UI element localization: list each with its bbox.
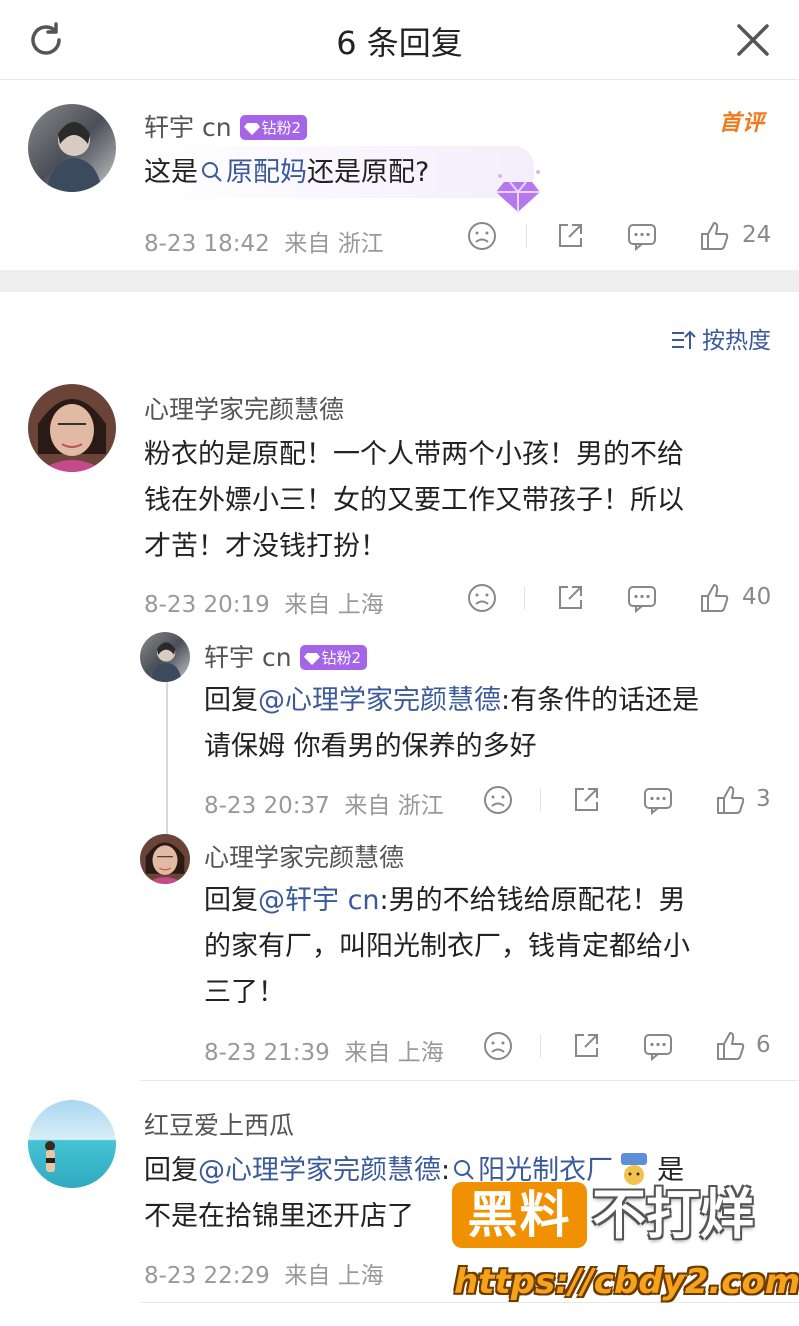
diamond-sticker-icon	[496, 170, 540, 212]
like-icon[interactable]	[698, 582, 730, 614]
avatar[interactable]	[28, 1100, 116, 1188]
action-bar: 40	[466, 582, 776, 618]
username[interactable]: 轩宇 cn 钻粉2	[204, 638, 368, 674]
username[interactable]: 红豆爱上西瓜	[144, 1106, 294, 1142]
avatar[interactable]	[140, 834, 190, 884]
mention-link[interactable]: @轩宇 cn	[258, 885, 380, 916]
search-icon	[202, 162, 222, 182]
share-icon[interactable]	[570, 784, 602, 816]
watermark-text: 不打烊	[592, 1183, 754, 1246]
like-count: 6	[756, 1032, 771, 1058]
first-comment-tag: 首评	[718, 111, 765, 136]
share-icon[interactable]	[570, 1030, 602, 1062]
comment-icon[interactable]	[642, 1030, 674, 1062]
username[interactable]: 轩宇 cn 钻粉2	[144, 108, 308, 144]
username[interactable]: 心理学家完颜慧德	[144, 390, 344, 426]
comment-icon[interactable]	[626, 220, 658, 252]
like-icon[interactable]	[698, 220, 730, 252]
like-count: 3	[756, 786, 771, 812]
comment-meta: 8-23 21:39 来自 上海	[204, 1040, 444, 1066]
comment-meta: 8-23 20:37 来自 浙江	[204, 793, 444, 819]
mention-link[interactable]: @心理学家完颜慧德	[258, 685, 501, 716]
header-bar: 6 条回复	[0, 0, 799, 80]
thread-line	[166, 680, 168, 835]
diamond-icon	[243, 123, 260, 135]
comment-text: 这是 原配妈还是原配?	[144, 157, 430, 188]
comment-icon[interactable]	[642, 784, 674, 816]
comment-meta: 8-23 18:42 来自 浙江	[144, 231, 384, 257]
like-count: 40	[742, 584, 772, 610]
comment-icon[interactable]	[626, 582, 658, 614]
watermark: 黑料 不打烊 https://cbdy2.com	[452, 1180, 799, 1326]
comment-text: 粉衣的是原配！一个人带两个小孩！男的不给 钱在外嫖小三！女的又要工作又带孩子！所…	[144, 439, 684, 562]
comment-meta: 8-23 22:29 来自 上海	[144, 1263, 384, 1289]
sort-button[interactable]: 按热度	[670, 321, 771, 355]
dislike-icon[interactable]	[482, 784, 514, 816]
divider	[140, 1080, 799, 1081]
mention-link[interactable]: @心理学家完颜慧德	[198, 1155, 441, 1186]
close-icon[interactable]	[733, 20, 773, 60]
avatar[interactable]	[28, 104, 116, 192]
topic-link[interactable]: 原配妈	[226, 157, 307, 188]
reply-text: 回复@心理学家完颜慧德:有条件的话还是 请保姆 你看男的保养的多好	[204, 685, 700, 762]
fan-badge: 钻粉2	[239, 115, 308, 140]
comment-meta: 8-23 20:19 来自 上海	[144, 592, 384, 618]
avatar[interactable]	[140, 632, 190, 682]
action-bar: 6	[482, 1030, 782, 1066]
watermark-url: https://cbdy2.com	[454, 1262, 799, 1302]
diamond-icon	[303, 653, 320, 665]
dislike-icon[interactable]	[482, 1030, 514, 1062]
share-icon[interactable]	[554, 582, 586, 614]
share-icon[interactable]	[554, 220, 586, 252]
like-count: 24	[742, 222, 772, 248]
like-icon[interactable]	[714, 784, 746, 816]
username[interactable]: 心理学家完颜慧德	[204, 838, 404, 874]
action-bar: 24	[466, 220, 776, 256]
dislike-icon[interactable]	[466, 582, 498, 614]
sort-icon	[672, 330, 696, 349]
like-icon[interactable]	[714, 1030, 746, 1062]
watermark-box: 黑料	[452, 1182, 587, 1248]
action-bar: 3	[482, 784, 782, 820]
search-icon	[454, 1160, 474, 1180]
page-title: 6 条回复	[336, 24, 463, 62]
fan-badge: 钻粉2	[299, 645, 368, 670]
reply-text: 回复@轩宇 cn:男的不给钱给原配花！男 的家有厂，叫阳光制衣厂，钱肯定都给小 …	[204, 885, 690, 1008]
section-divider	[0, 270, 799, 292]
avatar[interactable]	[28, 384, 116, 472]
dislike-icon[interactable]	[466, 220, 498, 252]
